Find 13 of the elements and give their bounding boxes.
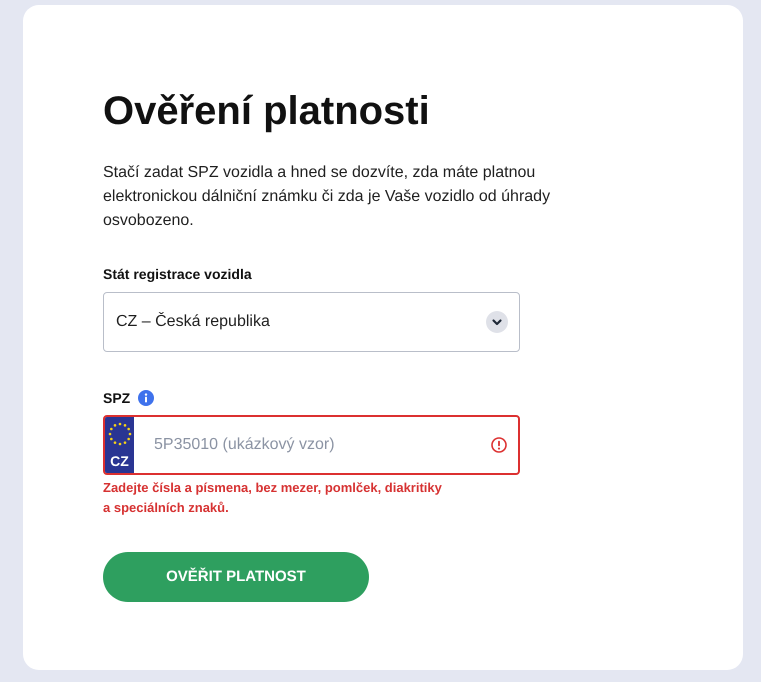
error-icon xyxy=(491,437,507,453)
country-code: CZ xyxy=(110,453,129,469)
page-title: Ověření platnosti xyxy=(103,88,430,135)
country-select[interactable]: CZ – Česká republika xyxy=(103,292,520,352)
star-ring-icon xyxy=(108,422,132,446)
plate-input[interactable]: 5P35010 (ukázkový vzor) xyxy=(134,417,491,473)
plate-label: SPZ xyxy=(103,389,130,408)
description-text: Stačí zadat SPZ vozidla a hned se dozvíte, zda máte platnou elektronickou dálniční známku či zda je Vaše vozidlo od úhrady osvobozeno. xyxy=(103,163,552,231)
plate-input-field[interactable]: CZ 5P35010 (ukázkový vzor) xyxy=(103,415,520,475)
chevron-down-icon xyxy=(486,311,508,333)
country-label: Stát registrace vozidla xyxy=(103,265,252,284)
info-icon[interactable] xyxy=(138,390,154,406)
error-message: Zadejte čísla a písmena, bez mezer, pomlček, diakritiky a speciálních znaků. xyxy=(103,479,443,517)
